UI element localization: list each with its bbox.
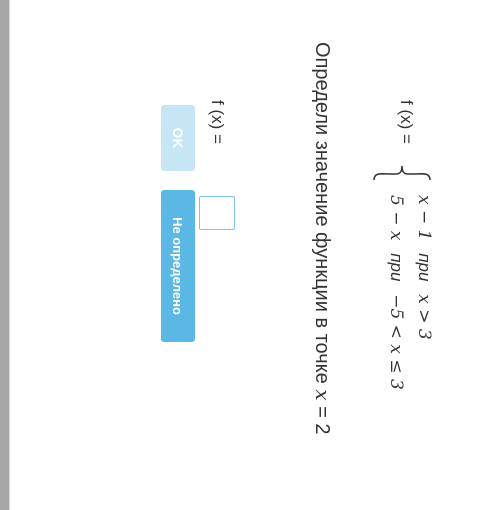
piece-1-condition: x > 3 [414,294,434,340]
question-variable: x [311,389,335,401]
question-prefix: Определи значение функции в точке [311,42,333,384]
question-text: Определи значение функции в точке x = 2 [310,42,335,435]
piece-1-expression: x − 1 [414,195,434,241]
undefined-button[interactable]: Не определено [161,190,195,342]
question-value: = 2 [311,400,333,435]
left-brace-icon [373,165,431,181]
piece-1-condition-word: при [415,253,434,282]
answer-input[interactable] [199,196,235,230]
piece-2-condition-word: при [387,253,406,282]
ok-button[interactable]: OK [161,105,195,171]
piece-2-condition: −5 < x ≤ 3 [386,294,406,390]
function-piece-2: 5 − x при −5 < x ≤ 3 [386,195,406,390]
piece-2-expression: 5 − x [386,195,406,241]
function-name-label: f (x) = [397,100,416,144]
task-panel: f (x) = x − 1 при x > 3 5 − x при −5 < x… [0,0,500,510]
answer-label: f (x) = [208,100,227,144]
function-piece-1: x − 1 при x > 3 [414,195,434,340]
